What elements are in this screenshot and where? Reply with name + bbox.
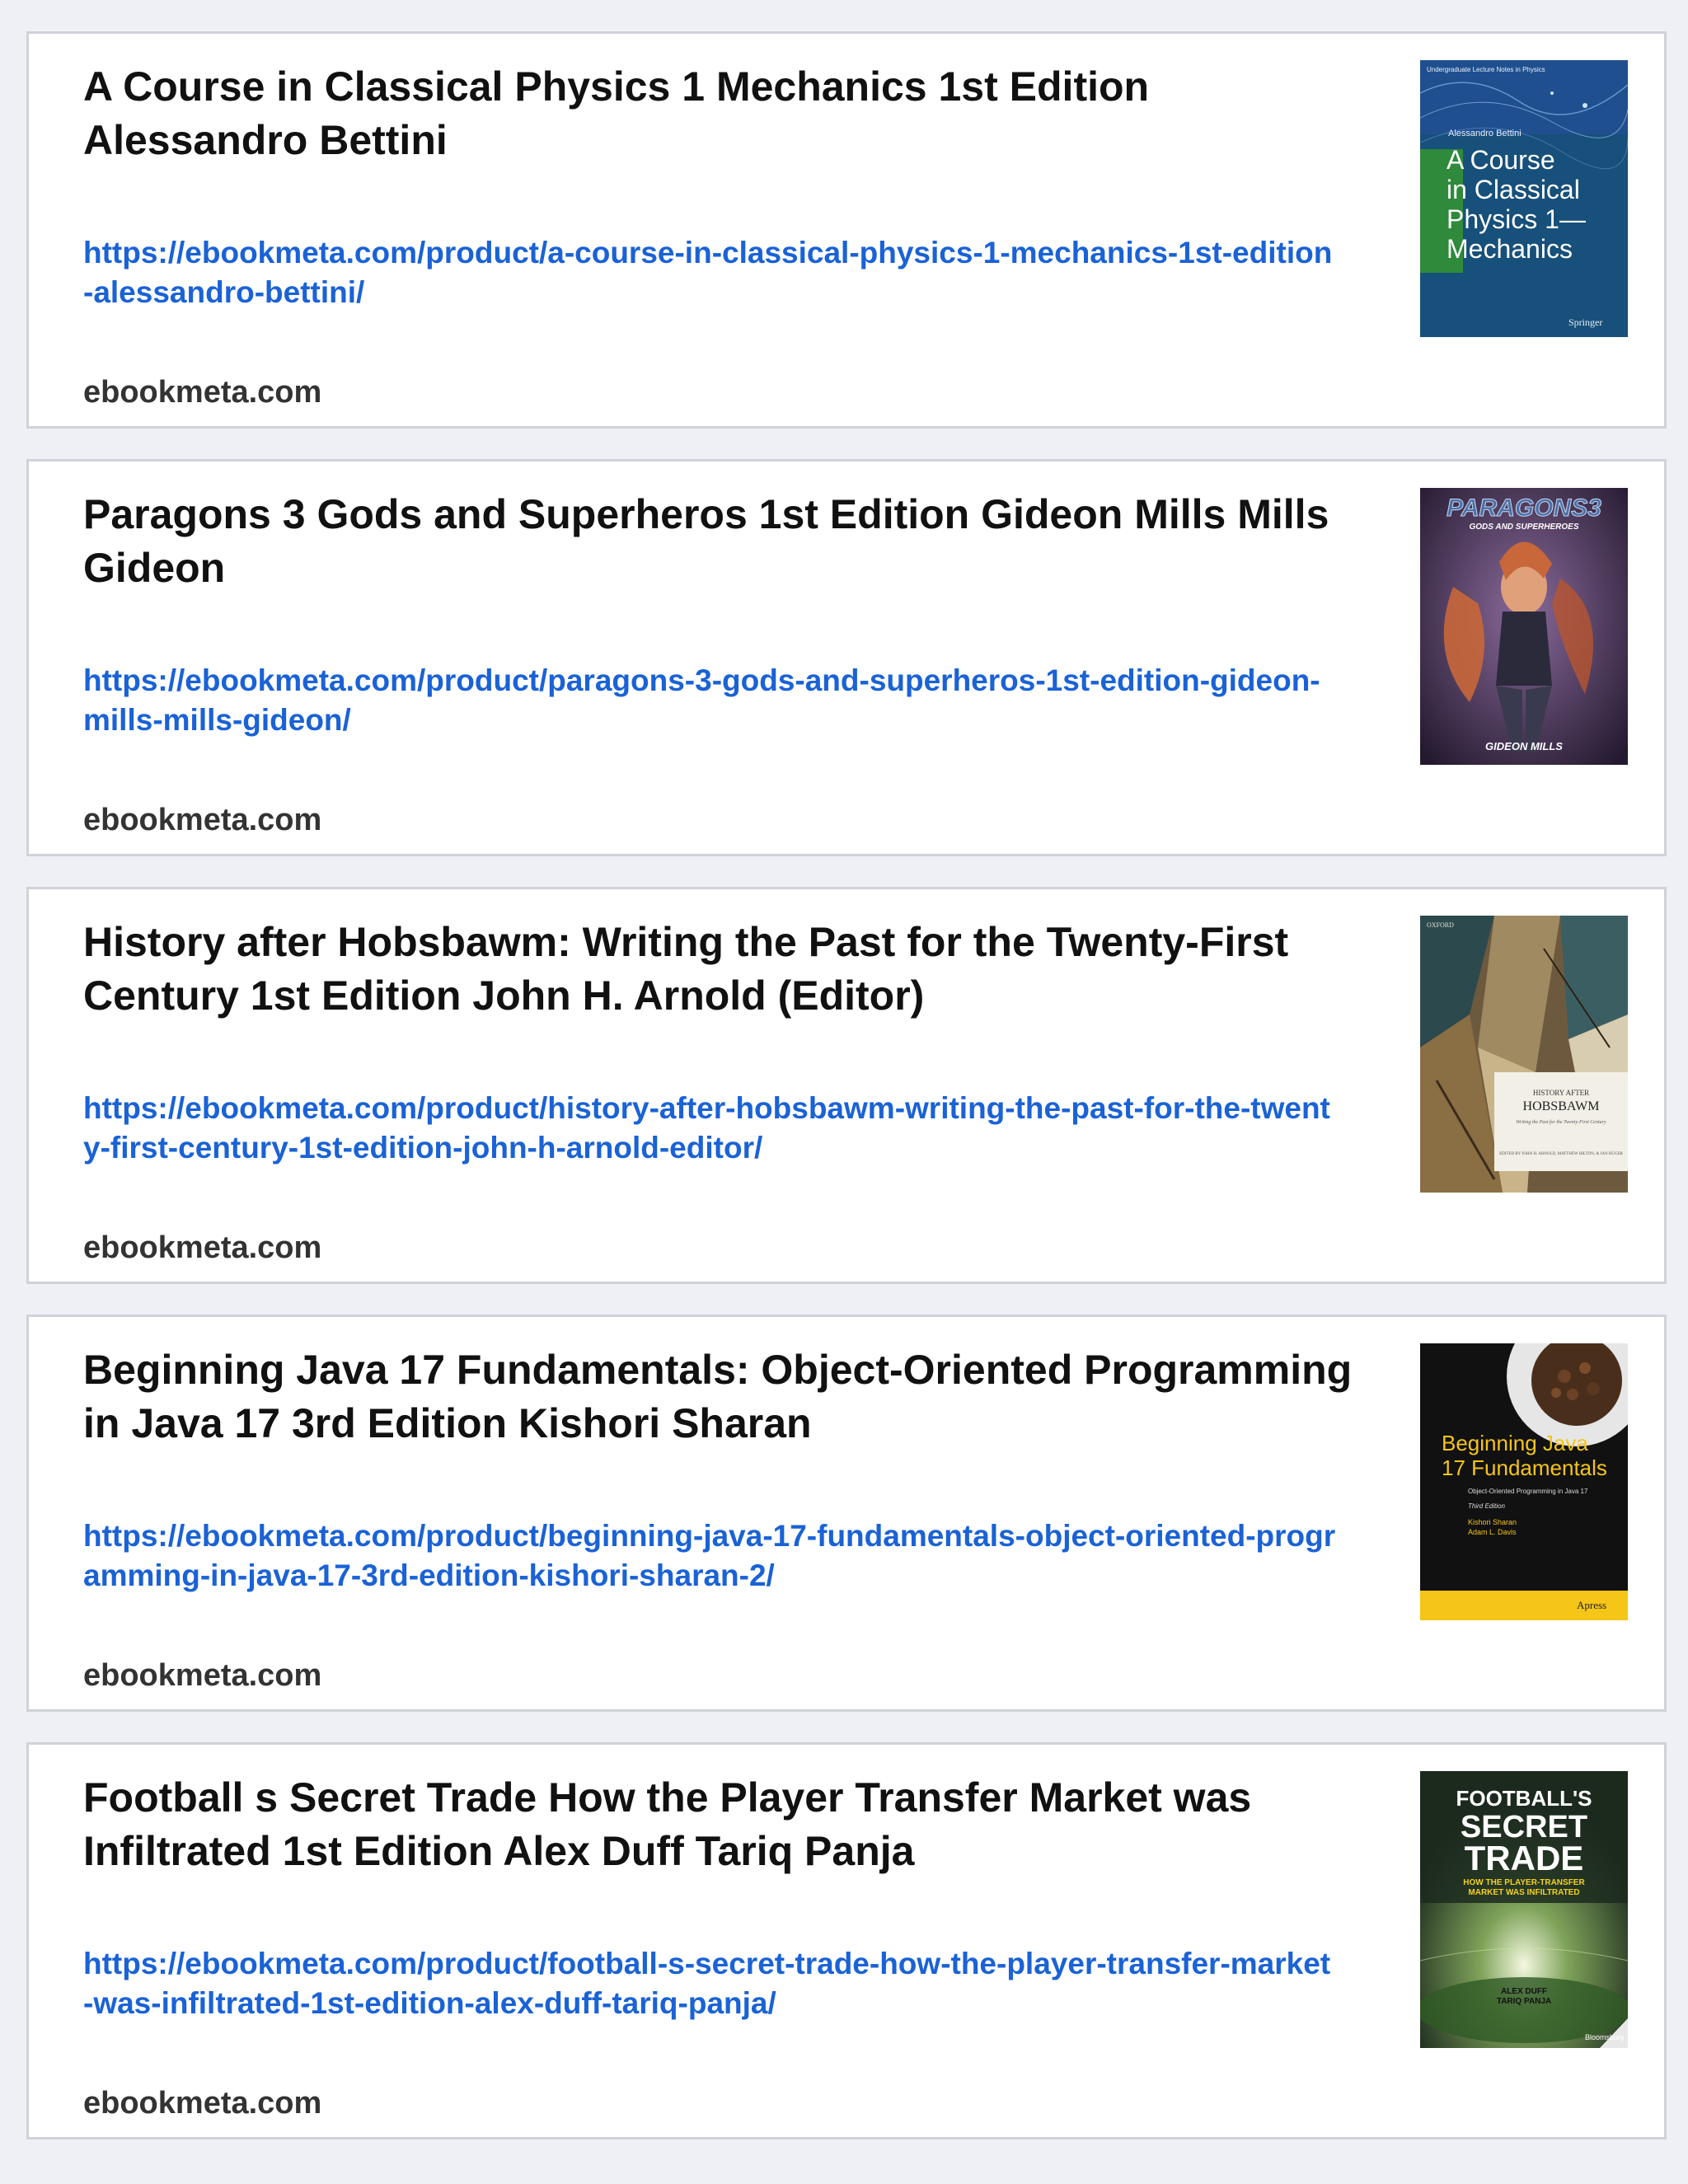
result-domain: ebookmeta.com: [83, 375, 322, 410]
result-card: History after Hobsbawm: Writing the Past…: [26, 887, 1667, 1284]
cover-kicker: HISTORY AFTER: [1533, 1089, 1589, 1097]
cover-subtitle: GODS AND SUPERHEROES: [1470, 523, 1579, 532]
cover-series: Undergraduate Lecture Notes in Physics: [1427, 66, 1545, 73]
cover-subtitle: HOW THE PLAYER-TRANSFER: [1463, 1878, 1585, 1887]
result-card: Football s Secret Trade How the Player T…: [26, 1742, 1667, 2139]
result-domain: ebookmeta.com: [83, 803, 322, 837]
result-title[interactable]: A Course in Classical Physics 1 Mechanic…: [83, 60, 1369, 167]
cover-title-line: A Course: [1447, 145, 1555, 175]
cover-title-line: FOOTBALL'S: [1456, 1786, 1592, 1811]
cover-title-line: 17 Fundamentals: [1442, 1455, 1607, 1480]
book-cover-image[interactable]: Undergraduate Lecture Notes in Physics A…: [1420, 60, 1628, 337]
book-cover-image[interactable]: OXFORD HISTORY AFTER HOBSBAWM Writing th…: [1420, 916, 1628, 1193]
cover-publisher: Apress: [1577, 1599, 1606, 1611]
result-title[interactable]: Football s Secret Trade How the Player T…: [83, 1771, 1369, 1878]
cover-author: ALEX DUFF: [1501, 1987, 1547, 1996]
cover-publisher: OXFORD: [1427, 921, 1454, 929]
cover-title: HOBSBAWM: [1523, 1099, 1600, 1113]
cover-subtitle: MARKET WAS INFILTRATED: [1468, 1888, 1579, 1897]
cover-publisher: Springer: [1568, 316, 1602, 328]
result-title[interactable]: Beginning Java 17 Fundamentals: Object-O…: [83, 1343, 1369, 1451]
book-cover-image[interactable]: PARAGONS3 GODS AND SUPERHEROES GIDEON MI…: [1420, 488, 1628, 765]
result-link[interactable]: https://ebookmeta.com/product/a-course-i…: [83, 233, 1336, 312]
cover-title-line: TRADE: [1465, 1839, 1584, 1877]
result-link[interactable]: https://ebookmeta.com/product/history-af…: [83, 1089, 1336, 1168]
cover-edition: Third Edition: [1468, 1502, 1505, 1510]
result-title[interactable]: History after Hobsbawm: Writing the Past…: [83, 916, 1369, 1023]
cover-title-line: Physics 1—: [1447, 204, 1586, 234]
cover-author: GIDEON MILLS: [1485, 740, 1563, 752]
result-link[interactable]: https://ebookmeta.com/product/football-s…: [83, 1944, 1336, 2023]
result-link[interactable]: https://ebookmeta.com/product/paragons-3…: [83, 661, 1336, 740]
cover-title-line: in Classical: [1447, 175, 1580, 204]
cover-title-line: Beginning Java: [1442, 1431, 1588, 1455]
result-domain: ebookmeta.com: [83, 2086, 322, 2121]
result-card: A Course in Classical Physics 1 Mechanic…: [26, 31, 1667, 429]
result-link[interactable]: https://ebookmeta.com/product/beginning-…: [83, 1516, 1336, 1596]
book-cover-image[interactable]: FOOTBALL'S SECRET TRADE HOW THE PLAYER-T…: [1420, 1771, 1628, 2048]
result-title[interactable]: Paragons 3 Gods and Superheros 1st Editi…: [83, 488, 1369, 595]
cover-author: Adam L. Davis: [1468, 1528, 1517, 1536]
result-card: Paragons 3 Gods and Superheros 1st Editi…: [26, 459, 1667, 856]
result-domain: ebookmeta.com: [83, 1658, 322, 1693]
cover-author: Kishori Sharan: [1468, 1518, 1517, 1526]
cover-subtitle: Writing the Past for the Twenty-First Ce…: [1516, 1119, 1606, 1125]
cover-title-line: Mechanics: [1447, 234, 1573, 264]
cover-editors: EDITED BY JOHN H. ARNOLD, MATTHEW HILTON…: [1499, 1151, 1623, 1156]
cover-title: PARAGONS3: [1447, 494, 1601, 522]
result-domain: ebookmeta.com: [83, 1230, 322, 1265]
cover-subtitle: Object-Oriented Programming in Java 17: [1468, 1488, 1588, 1495]
result-card: Beginning Java 17 Fundamentals: Object-O…: [26, 1315, 1667, 1712]
book-cover-image[interactable]: Beginning Java 17 Fundamentals Object-Or…: [1420, 1343, 1628, 1620]
cover-author: Alessandro Bettini: [1448, 129, 1522, 138]
cover-publisher: Bloomsbury: [1585, 2033, 1625, 2041]
cover-author: TARIQ PANJA: [1497, 1997, 1551, 2006]
